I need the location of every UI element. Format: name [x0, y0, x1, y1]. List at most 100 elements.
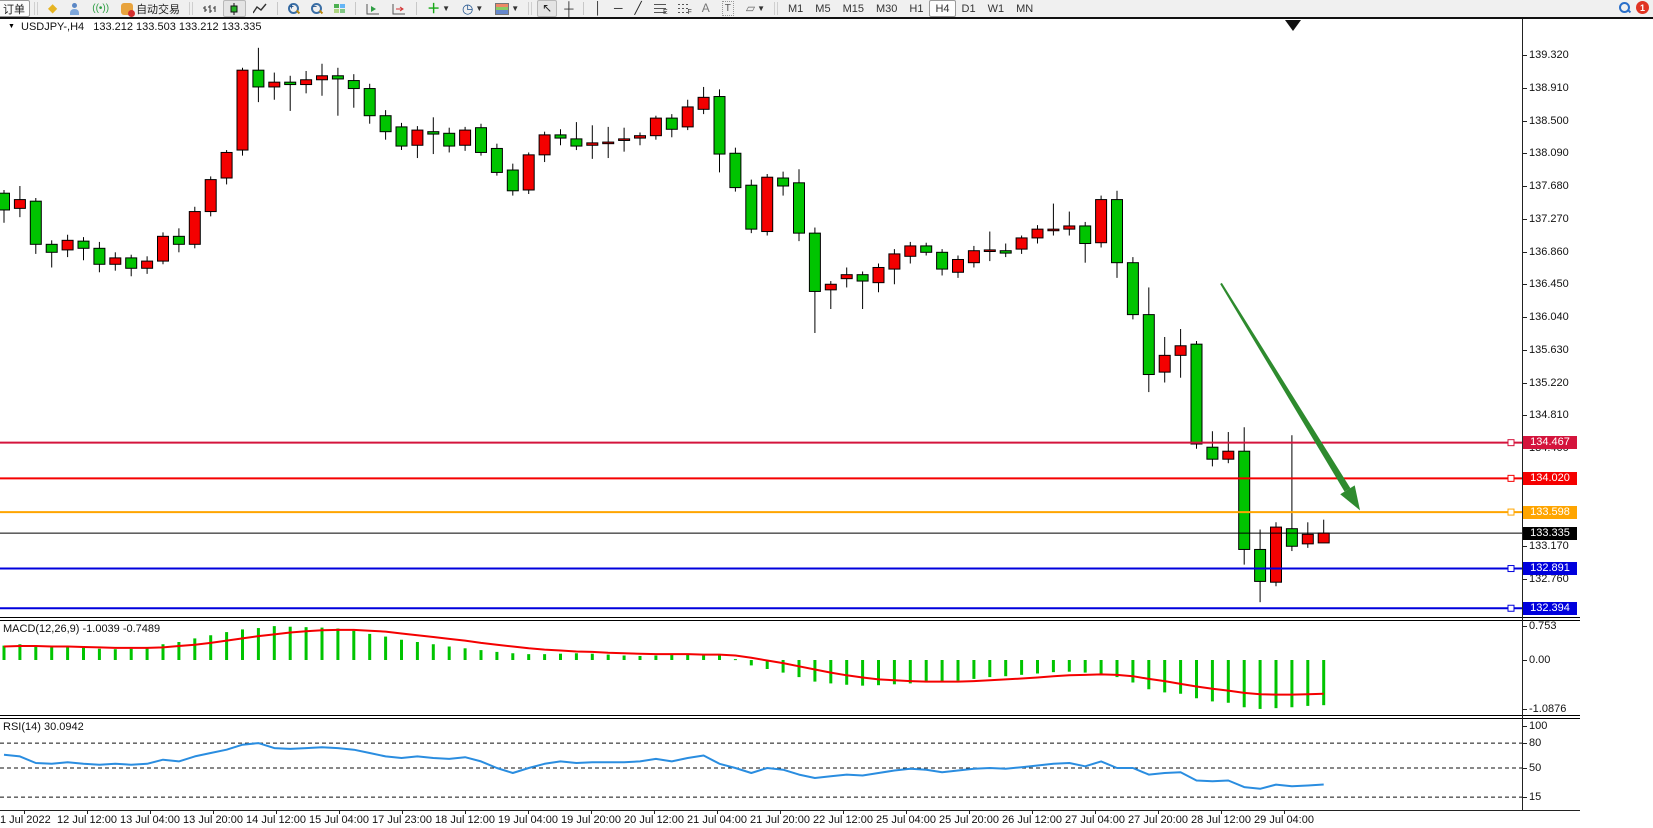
time-tick-label: 27 Jul 04:00: [1065, 814, 1125, 826]
price-tick-label: 137.270: [1529, 213, 1569, 225]
bar-chart-mode-button[interactable]: [198, 0, 221, 17]
toolbar-grip[interactable]: [528, 2, 533, 15]
price-tick-label: 135.630: [1529, 344, 1569, 356]
candle: [364, 89, 375, 116]
timeframe-button-m5[interactable]: M5: [809, 0, 836, 17]
time-tick-label: 14 Jul 12:00: [246, 814, 306, 826]
candle: [46, 244, 57, 252]
time-tick-label: 25 Jul 04:00: [876, 814, 936, 826]
trendline-tool-button[interactable]: ╱: [629, 0, 646, 17]
macd-tick-label: 0.753: [1529, 620, 1557, 632]
zoom-out-button[interactable]: −: [306, 0, 327, 17]
macd-histogram-bar: [670, 655, 673, 660]
timeframe-button-mn[interactable]: MN: [1010, 0, 1039, 17]
indicators-button[interactable]: ＋ ▼: [422, 0, 455, 17]
macd-histogram-bar: [1036, 660, 1039, 674]
rsi-line: [4, 743, 1324, 789]
macd-signal-line: [4, 630, 1324, 695]
vertical-line-tool-button[interactable]: │: [589, 0, 607, 17]
macd-histogram-bar: [416, 642, 419, 660]
zoom-in-button[interactable]: +: [283, 0, 304, 17]
crosshair-tool-button[interactable]: ┼: [559, 0, 578, 17]
horizontal-line-tool-button[interactable]: ─: [609, 0, 628, 17]
timeframe-button-w1[interactable]: W1: [982, 0, 1011, 17]
timeframe-button-m30[interactable]: M30: [870, 0, 903, 17]
panel-separator[interactable]: [0, 617, 1580, 618]
cursor-tool-button[interactable]: ↖: [537, 0, 557, 17]
price-line-badge: 134.467: [1523, 436, 1577, 449]
toolbar-grip[interactable]: [189, 2, 194, 15]
profile-button[interactable]: [64, 0, 85, 17]
auto-trading-button[interactable]: 自动交易: [116, 0, 185, 17]
signals-button[interactable]: ((•)): [87, 0, 114, 17]
macd-histogram-bar: [1179, 660, 1182, 694]
toolbar-grip[interactable]: [774, 2, 779, 15]
new-order-button[interactable]: 订单: [0, 0, 30, 17]
toolbar-grip[interactable]: [34, 2, 39, 15]
clock-icon: ◷: [462, 2, 473, 15]
macd-histogram-bar: [225, 632, 228, 660]
fibonacci-expansion-tool-button[interactable]: F: [673, 0, 695, 17]
panel-separator[interactable]: [0, 718, 1580, 719]
macd-histogram-bar: [734, 659, 737, 660]
price-line-badge: 132.394: [1523, 602, 1577, 615]
macd-histogram-bar: [50, 647, 53, 660]
line-chart-icon: [253, 3, 267, 15]
price-line-badge: 132.891: [1523, 562, 1577, 575]
chart-window-top-border: [0, 17, 1653, 19]
tile-windows-button[interactable]: [329, 0, 350, 17]
price-tick-label: 138.500: [1529, 115, 1569, 127]
candle: [698, 97, 709, 109]
candle: [762, 177, 773, 231]
line-handle[interactable]: [1508, 605, 1514, 611]
chart-shift-button[interactable]: [387, 0, 411, 17]
timeframe-button-h1[interactable]: H1: [903, 0, 929, 17]
periods-button[interactable]: ◷ ▼: [457, 0, 488, 17]
candle: [778, 178, 789, 186]
candle: [841, 275, 852, 279]
line-chart-mode-button[interactable]: [248, 0, 272, 17]
price-tick-mark: [1522, 415, 1527, 416]
line-handle[interactable]: [1508, 440, 1514, 446]
chart-dropdown-icon[interactable]: ▼: [8, 23, 15, 30]
macd-histogram-bar: [957, 660, 960, 681]
macd-histogram-bar: [1004, 660, 1007, 676]
market-watch-button[interactable]: ◆: [43, 0, 62, 17]
macd-histogram-bar: [1163, 660, 1166, 692]
templates-button[interactable]: ▼: [490, 0, 524, 17]
time-tick-label: 22 Jul 12:00: [813, 814, 873, 826]
panel-separator[interactable]: [0, 715, 1580, 716]
time-axis-separator: [0, 810, 1580, 811]
timeframe-button-h4[interactable]: H4: [929, 0, 955, 17]
line-handle[interactable]: [1508, 566, 1514, 572]
timeframe-group: M1M5M15M30H1H4D1W1MN: [782, 0, 1039, 17]
shapes-tool-button[interactable]: ▱ ▼: [741, 0, 770, 17]
candle: [921, 246, 932, 252]
search-icon[interactable]: [1619, 2, 1630, 13]
price-tick-label: 137.680: [1529, 180, 1569, 192]
line-handle[interactable]: [1508, 475, 1514, 481]
label-tool-button[interactable]: T: [717, 0, 739, 17]
timeframe-button-m1[interactable]: M1: [782, 0, 809, 17]
timeframe-button-d1[interactable]: D1: [956, 0, 982, 17]
timeframe-button-m15[interactable]: M15: [837, 0, 870, 17]
scroll-marker-icon[interactable]: [1285, 20, 1301, 31]
notification-badge[interactable]: 1: [1636, 1, 1649, 14]
rsi-tick-label: 80: [1529, 737, 1541, 749]
time-tick-label: 20 Jul 12:00: [624, 814, 684, 826]
candle: [189, 212, 200, 245]
candlestick-mode-button[interactable]: [223, 0, 246, 17]
fibonacci-tool-button[interactable]: E: [649, 0, 671, 17]
macd-histogram-bar: [1052, 660, 1055, 672]
panel-separator[interactable]: [0, 620, 1580, 621]
price-line-badge: 134.020: [1523, 472, 1577, 485]
macd-histogram-bar: [432, 644, 435, 660]
candle: [650, 118, 661, 136]
candle: [62, 240, 73, 250]
auto-scroll-button[interactable]: [361, 0, 385, 17]
candlestick-icon: [228, 3, 241, 15]
line-handle[interactable]: [1508, 509, 1514, 515]
text-tool-button[interactable]: A: [697, 0, 715, 17]
price-tick-label: 136.860: [1529, 246, 1569, 258]
price-tick-label: 138.090: [1529, 147, 1569, 159]
